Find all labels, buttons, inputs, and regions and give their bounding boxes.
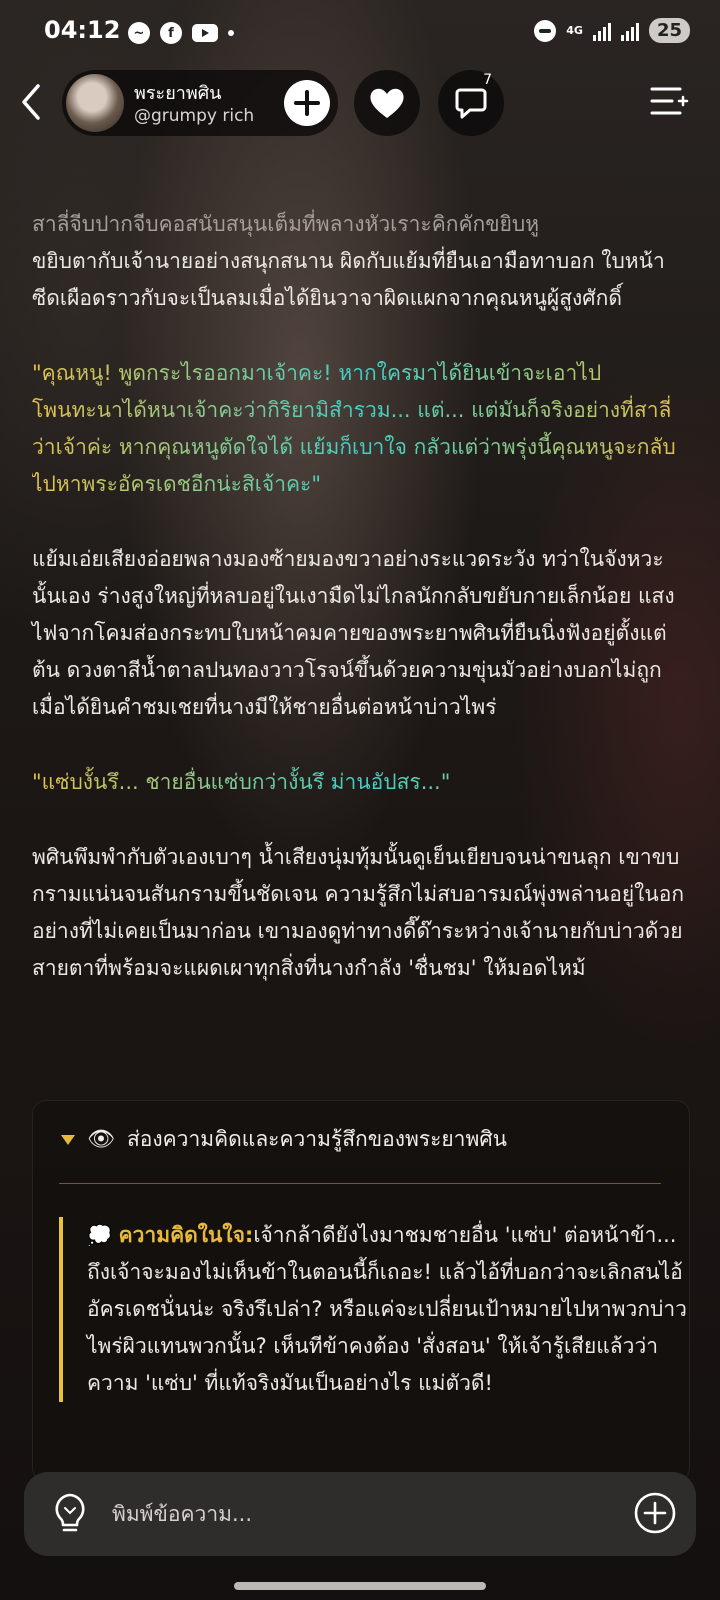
message-input-bar: พิมพ์ข้อความ... [24,1472,696,1556]
notification-icons: ~ f [128,22,234,44]
signal-icon [592,21,611,41]
thought-block: 💭 ความคิดในใจ:เจ้ากล้าดียังไงมาชมชายอื่น… [59,1217,689,1402]
youtube-icon [192,24,218,42]
follow-button[interactable] [284,80,330,126]
lightbulb-icon [55,1493,85,1532]
messenger-icon: ~ [128,22,150,44]
heart-icon [370,88,404,118]
dialogue-line: "แซ่บงั้นรึ... ชายอื่นแซ่บกว่างั้นรึ ม่า… [32,764,688,801]
author-name: พระยาพศิน [134,83,222,104]
story-text-faded: สาลี่จีบปากจีบคอสนับสนุนเต็มที่พลางหัวเร… [32,212,540,236]
story-paragraph: พศินพึมพำกับตัวเองเบาๆ น้ำเสียงนุ่มทุ้มน… [32,845,685,980]
chapter-menu-button[interactable] [650,84,690,120]
back-button[interactable] [18,82,48,122]
plus-icon [294,90,320,116]
thought-panel-toggle[interactable]: 👁 ส่องความคิดและความรู้สึกของพระยาพศิน [61,1123,507,1156]
like-button[interactable] [354,70,420,136]
story-content: สาลี่จีบปากจีบคอสนับสนุนเต็มที่พลางหัวเร… [32,206,688,987]
thought-bubble-icon: 💭 [87,1223,112,1247]
character-thought-panel: 👁 ส่องความคิดและความรู้สึกของพระยาพศิน 💭… [32,1100,690,1482]
message-input[interactable]: พิมพ์ข้อความ... [112,1498,252,1531]
home-indicator[interactable] [234,1582,486,1590]
story-paragraph: สาลี่จีบปากจีบคอสนับสนุนเต็มที่พลางหัวเร… [32,206,688,317]
menu-icon [650,87,689,115]
add-button[interactable] [632,1490,678,1536]
dialogue-line: "คุณหนู! พูดกระไรออกมาเจ้าคะ! หากใครมาได… [32,355,688,503]
back-icon [22,84,40,120]
add-circle-icon [634,1492,676,1534]
battery-indicator: 25 [648,18,690,43]
network-label: 4G [566,23,583,37]
story-paragraph: แย้มเอ่ยเสียงอ่อยพลางมองซ้ายมองขวาอย่างร… [32,547,675,719]
dnd-icon [534,19,557,42]
facebook-icon: f [160,22,182,44]
caret-down-icon [61,1134,75,1145]
story-header: พระยาพศิน @grumpy rich 7 [0,70,720,136]
signal-icon-2 [620,21,639,41]
status-bar: 04:12 ~ f 4G 25 [0,14,720,50]
thought-text: เจ้ากล้าดียังไงมาชมชายอื่น 'แซ่บ' ต่อหน้… [87,1223,687,1395]
thought-panel-title: ส่องความคิดและความรู้สึกของพระยาพศิน [126,1127,507,1151]
avatar[interactable] [66,74,124,132]
thought-label: ความคิดในใจ: [118,1223,254,1247]
divider [59,1183,661,1184]
lightbulb-button[interactable] [50,1492,90,1536]
comment-button[interactable]: 7 [438,70,504,136]
author-handle: @grumpy rich [134,106,255,126]
story-text: ขยิบตากับเจ้านายอย่างสนุกสนาน ผิดกับแย้ม… [32,249,665,310]
eye-icon: 👁 [87,1127,115,1152]
author-profile[interactable]: พระยาพศิน @grumpy rich [62,70,338,136]
comment-icon [455,88,487,119]
more-notifications-dot [228,30,234,36]
comment-count: 7 [483,72,492,88]
status-time: 04:12 [44,16,121,44]
status-right: 4G 25 [534,18,690,43]
